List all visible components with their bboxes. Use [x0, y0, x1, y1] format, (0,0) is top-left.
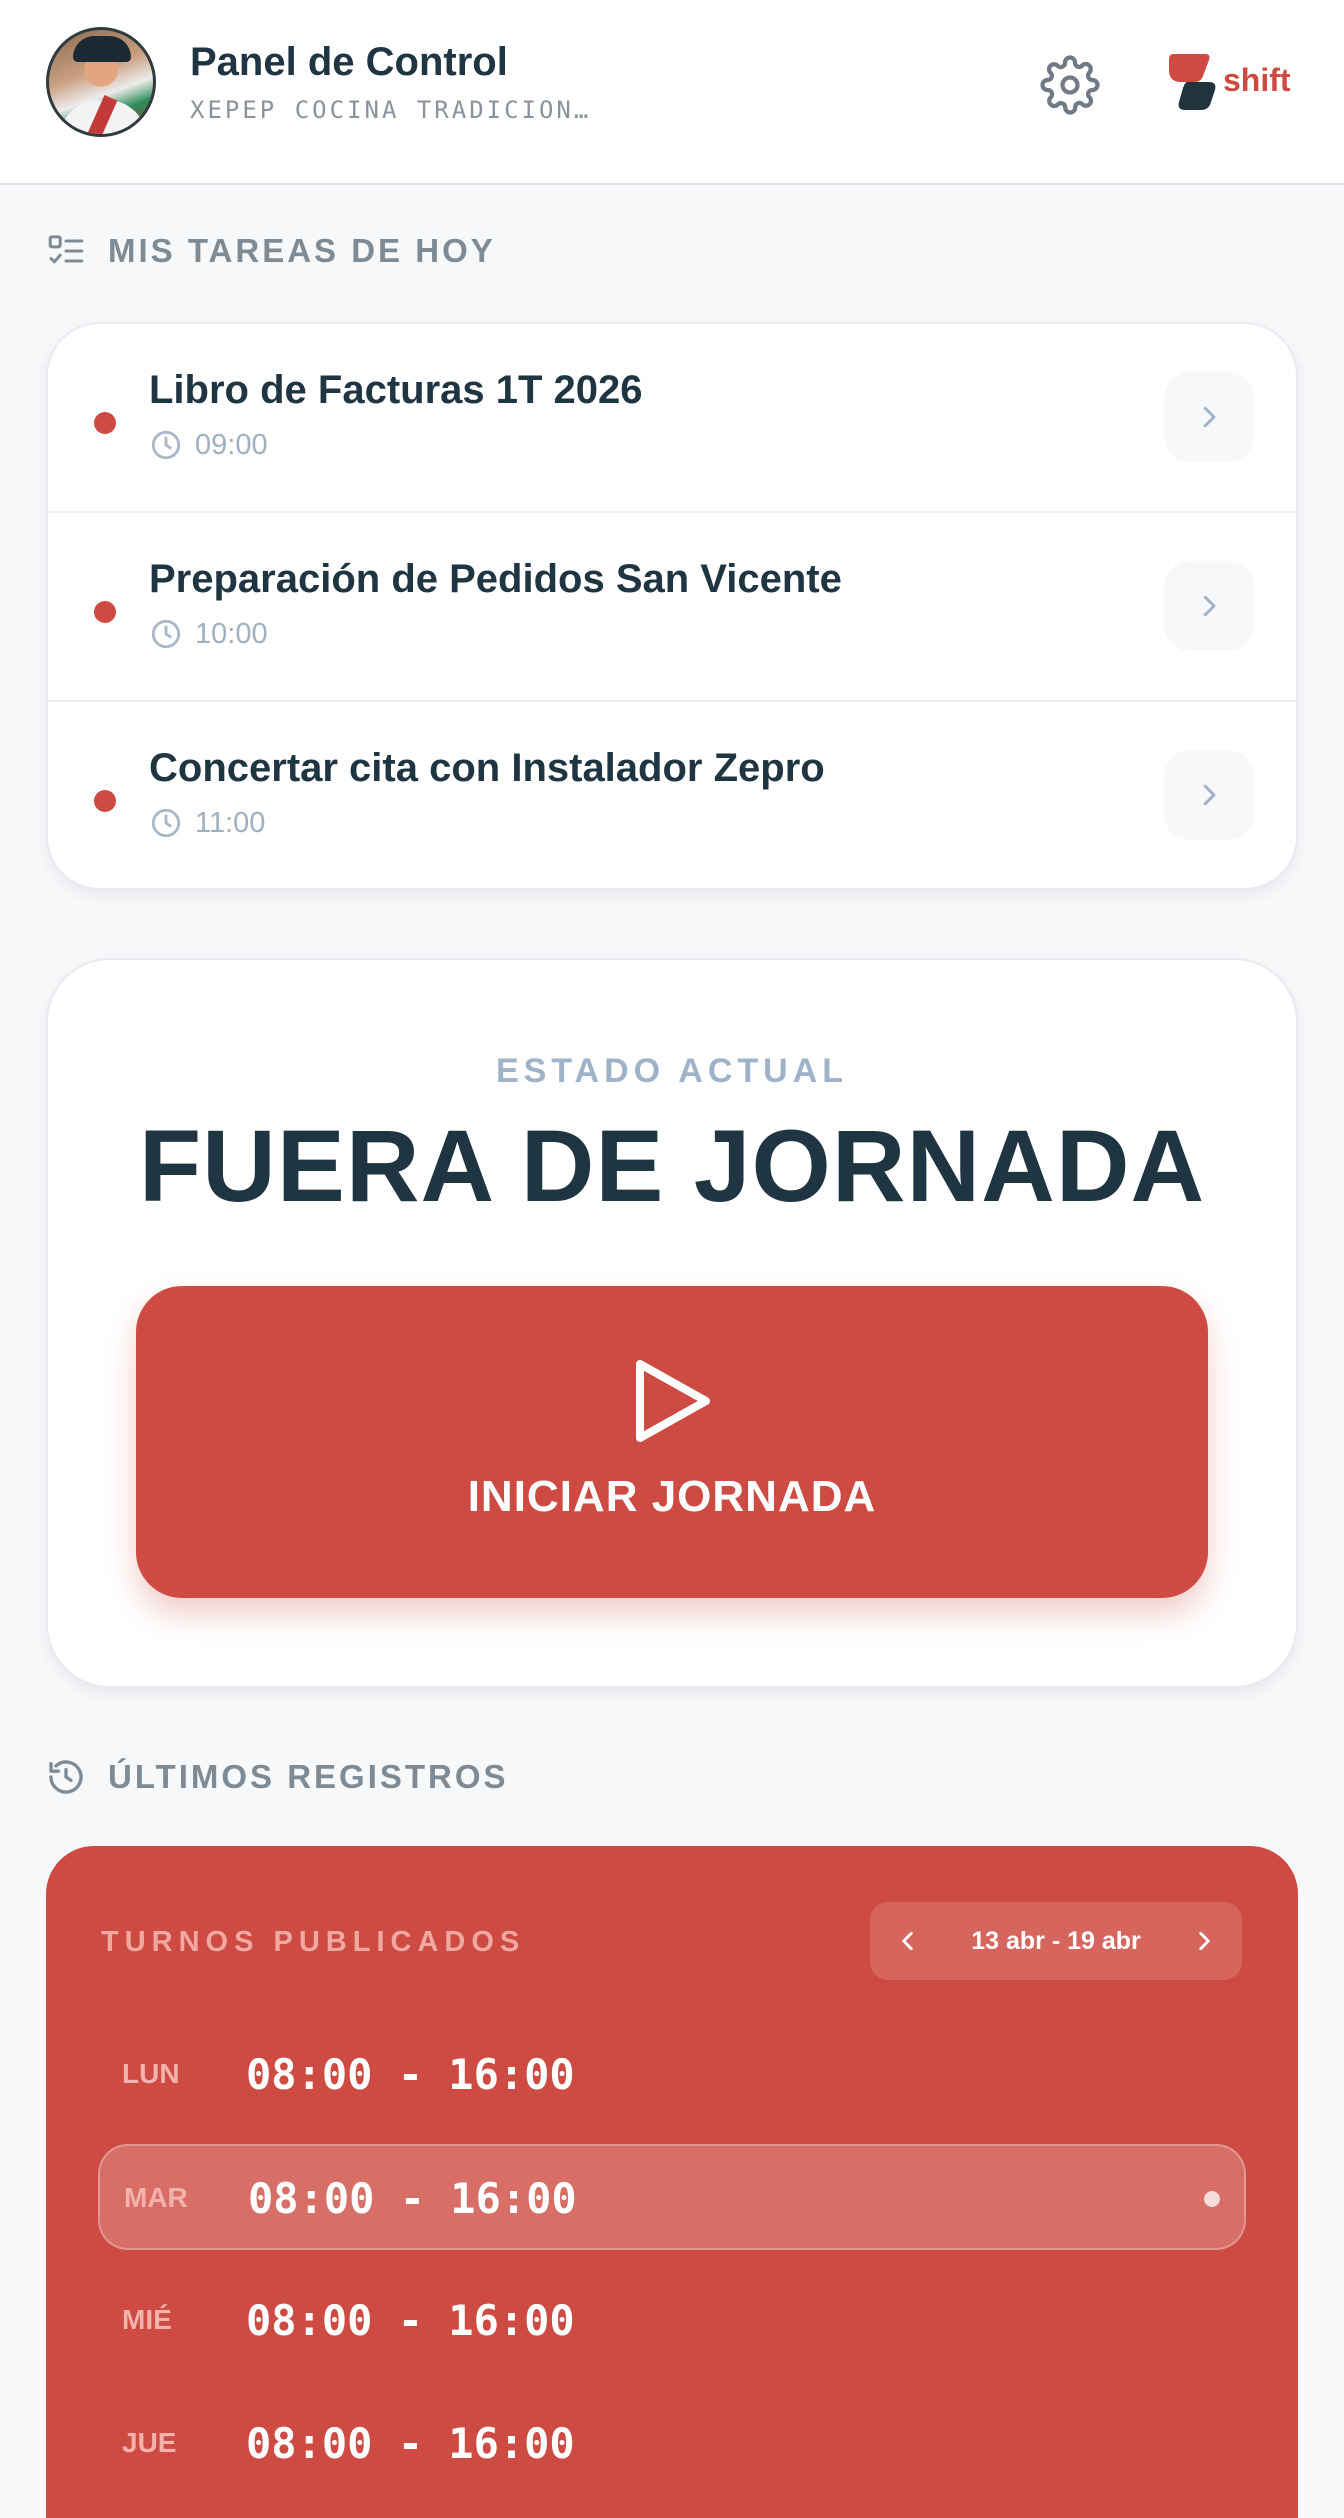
- task-item[interactable]: Preparación de Pedidos San Vicente 10:00: [48, 513, 1296, 702]
- previous-week-button[interactable]: [870, 1902, 946, 1980]
- shift-day: MIÉ: [122, 2304, 172, 2335]
- shift-hours: 08:00 - 16:00: [246, 2296, 575, 2345]
- start-shift-label: INICIAR JORNADA: [467, 1472, 877, 1521]
- chevron-right-icon: [1203, 406, 1216, 428]
- task-time: 11:00: [149, 806, 265, 840]
- history-icon: [49, 1760, 83, 1794]
- task-item[interactable]: Libro de Facturas 1T 2026 09:00: [48, 324, 1296, 513]
- chevron-right-icon: [1203, 595, 1216, 617]
- shift-day: JUE: [122, 2427, 177, 2458]
- clock-icon: [151, 619, 181, 649]
- shift-hours: 08:00 - 16:00: [246, 2050, 575, 2099]
- records-section-header: ÚLTIMOS REGISTROS: [46, 1752, 509, 1802]
- work-status-card: ESTADO ACTUAL FUERA DE JORNADA INICIAR J…: [46, 958, 1298, 1688]
- logo-mark-icon: [1169, 54, 1216, 110]
- shift-hours: 08:00 - 16:00: [248, 2174, 577, 2223]
- shift-row: JUE 08:00 - 16:00: [98, 2391, 1246, 2497]
- task-time: 09:00: [149, 428, 268, 462]
- shift-day: MAR: [124, 2182, 188, 2213]
- company-name: XEPEP COCINA TRADICION…: [190, 96, 592, 124]
- chevron-right-icon: [1199, 1932, 1210, 1950]
- shift-hours: 08:00 - 16:00: [246, 2419, 575, 2468]
- tasks-section-header: MIS TAREAS DE HOY: [46, 226, 496, 276]
- week-navigator: 13 abr - 19 abr: [870, 1902, 1242, 1980]
- gear-icon: [1040, 55, 1100, 115]
- open-task-button[interactable]: [1164, 750, 1254, 840]
- task-title: Libro de Facturas 1T 2026: [149, 368, 643, 412]
- logo-text: shift: [1223, 62, 1291, 98]
- records-section-label: ÚLTIMOS REGISTROS: [108, 1758, 509, 1795]
- tasks-section-label: MIS TAREAS DE HOY: [108, 232, 496, 269]
- status-label: ESTADO ACTUAL: [495, 1052, 849, 1090]
- next-week-button[interactable]: [1166, 1902, 1242, 1980]
- current-day-indicator: [1204, 2191, 1220, 2207]
- app-header: Panel de Control XEPEP COCINA TRADICION……: [0, 0, 1344, 185]
- task-time-label: 10:00: [195, 617, 268, 650]
- open-task-button[interactable]: [1164, 372, 1254, 462]
- open-task-button[interactable]: [1164, 561, 1254, 651]
- task-time: 10:00: [149, 617, 268, 651]
- shift-row: MIÉ 08:00 - 16:00: [98, 2268, 1246, 2374]
- task-title: Concertar cita con Instalador Zepro: [149, 746, 825, 790]
- page-title: Panel de Control: [190, 40, 508, 84]
- task-title: Preparación de Pedidos San Vicente: [149, 557, 842, 601]
- avatar-cap: [73, 36, 131, 62]
- task-status-dot: [94, 601, 116, 623]
- clock-icon: [151, 808, 181, 838]
- shift-day: LUN: [122, 2058, 180, 2089]
- shift-row-current: MAR 08:00 - 16:00: [98, 2144, 1246, 2250]
- chevron-right-icon: [1203, 784, 1216, 806]
- tasks-card: Libro de Facturas 1T 2026 09:00 Preparac…: [46, 322, 1298, 890]
- published-shifts-card: TURNOS PUBLICADOS 13 abr - 19 abr LUN 08…: [46, 1846, 1298, 2518]
- brand-logo: shift: [1165, 50, 1305, 114]
- shifts-title: TURNOS PUBLICADOS: [101, 1926, 526, 1958]
- avatar[interactable]: [46, 27, 156, 137]
- task-item[interactable]: Concertar cita con Instalador Zepro 11:0…: [48, 702, 1296, 888]
- settings-button[interactable]: [1040, 55, 1100, 115]
- shift-row: LUN 08:00 - 16:00: [98, 2022, 1246, 2128]
- chevron-left-icon: [902, 1932, 913, 1950]
- week-range: 13 abr - 19 abr: [971, 1926, 1141, 1955]
- status-value: FUERA DE JORNADA: [138, 1109, 1206, 1223]
- start-shift-button[interactable]: INICIAR JORNADA: [136, 1286, 1208, 1598]
- task-status-dot: [94, 412, 116, 434]
- task-list-icon: [48, 235, 84, 264]
- task-time-label: 11:00: [195, 806, 266, 839]
- clock-icon: [151, 430, 181, 460]
- task-status-dot: [94, 790, 116, 812]
- play-icon: [636, 1360, 710, 1442]
- task-time-label: 09:00: [195, 428, 268, 461]
